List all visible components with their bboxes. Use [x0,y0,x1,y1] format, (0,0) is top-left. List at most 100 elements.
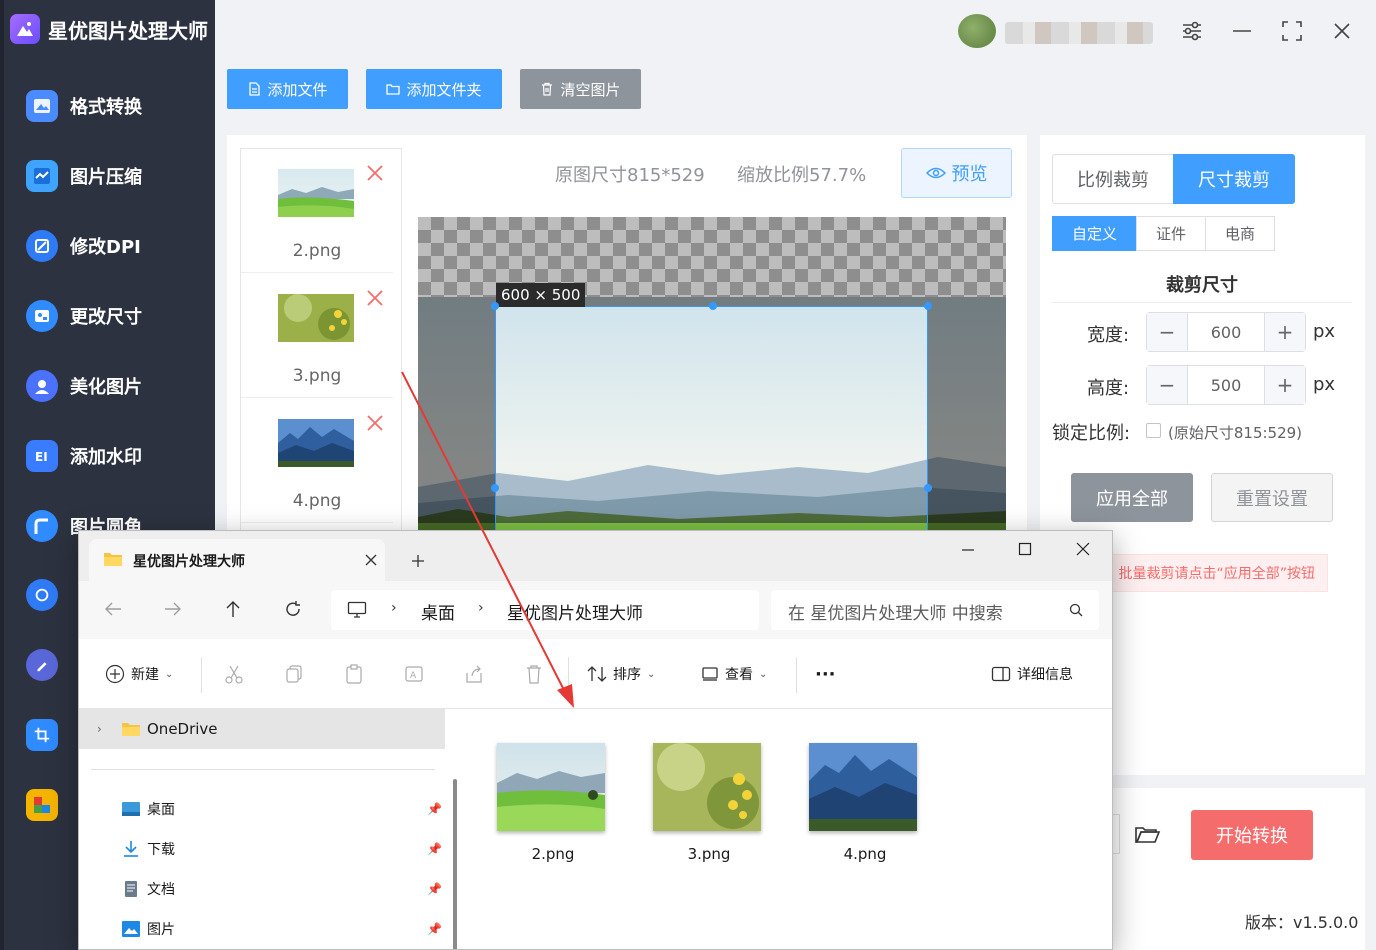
back-arrow-icon[interactable] [104,601,122,617]
thumbnail-name: 4.png [292,491,342,511]
thumbnail-item[interactable]: 4.png [241,399,393,523]
close-icon[interactable] [1325,14,1359,48]
rename-icon[interactable]: A [403,662,425,686]
pin-icon[interactable]: 📌 [427,882,442,896]
sidebar-item-dpi[interactable]: 修改DPI [26,226,141,266]
forward-arrow-icon[interactable] [164,601,182,617]
file-item[interactable]: 3.png [653,743,765,863]
apply-all-button[interactable]: 应用全部 [1071,473,1193,522]
crop-icon [26,719,58,751]
sidebar-item-compress[interactable]: 图片压缩 [26,156,142,196]
clear-images-button[interactable]: 清空图片 [520,69,641,109]
sidebar-item-label: 更改尺寸 [70,307,142,328]
width-increase-button[interactable]: + [1265,313,1305,351]
nav-item-desktop[interactable]: 桌面 📌 [79,789,445,829]
explorer-minimize-icon[interactable] [961,543,975,557]
refresh-icon[interactable] [284,600,302,618]
cut-icon[interactable] [223,662,245,686]
custom-tab[interactable]: 自定义 [1052,216,1137,251]
size-crop-tab[interactable]: 尺寸裁剪 [1173,154,1295,204]
crop-handle-top[interactable] [709,302,717,310]
sidebar-item-format-convert[interactable]: 格式转换 [26,86,142,126]
batch-crop-hint: 批量裁剪请点击“应用全部”按钮 [1100,554,1328,592]
nav-item-documents[interactable]: 文档 📌 [79,869,445,909]
breadcrumb-desktop[interactable]: 桌面 [421,599,455,624]
height-input[interactable]: 500 [1187,366,1265,404]
paste-icon[interactable] [343,662,365,686]
reset-settings-button[interactable]: 重置设置 [1211,473,1333,522]
search-icon[interactable] [1069,603,1083,617]
ratio-crop-tab[interactable]: 比例裁剪 [1052,154,1174,204]
crop-canvas[interactable]: 600 × 500 [418,217,1006,535]
user-avatar[interactable] [958,14,996,48]
sidebar-item-watermark[interactable]: EI 添加水印 [26,436,142,476]
delete-icon[interactable] [523,662,545,686]
thumbnail-name: 3.png [292,366,342,386]
file-item[interactable]: 2.png [497,743,609,863]
chevron-down-icon: ⌄ [759,668,768,680]
open-folder-icon[interactable] [1133,820,1161,848]
id-photo-tab[interactable]: 证件 [1136,216,1206,251]
maximize-icon[interactable] [1275,14,1309,48]
crop-handle-tr[interactable] [924,302,932,310]
thumbnail-item[interactable]: 2.png [241,149,393,273]
file-thumbnail [809,743,917,831]
sort-button[interactable]: 排序 ⌄ [587,662,655,686]
address-box[interactable]: › 桌面 › 星优图片处理大师 [331,590,759,630]
start-convert-button[interactable]: 开始转换 [1191,810,1313,860]
add-folder-button[interactable]: 添加文件夹 [366,69,502,109]
sidebar-item-hidden-1[interactable] [26,575,58,615]
file-item[interactable]: 4.png [809,743,921,863]
sidebar-item-hidden-4[interactable] [26,785,58,825]
more-button[interactable]: ··· [815,662,836,686]
expand-chevron-icon[interactable]: › [97,722,121,736]
sidebar-item-hidden-2[interactable] [26,645,58,685]
minimize-icon[interactable] [1225,14,1259,48]
nav-item-onedrive[interactable]: › OneDrive [79,709,445,749]
share-icon[interactable] [463,662,485,686]
pin-icon[interactable]: 📌 [427,842,442,856]
crop-box[interactable] [495,306,928,535]
remove-icon[interactable] [365,413,385,433]
mask-left [418,297,495,535]
view-button[interactable]: 查看 ⌄ [701,662,767,686]
explorer-tab[interactable]: 星优图片处理大师 [89,539,385,581]
details-button[interactable]: 详细信息 [991,662,1073,686]
add-file-button[interactable]: 添加文件 [227,69,348,109]
explorer-close-icon[interactable] [1076,542,1090,556]
width-input[interactable]: 600 [1187,313,1265,351]
explorer-maximize-icon[interactable] [1018,542,1032,556]
pin-icon[interactable]: 📌 [427,922,442,936]
copy-icon[interactable] [283,662,305,686]
beautify-icon [26,370,58,402]
height-decrease-button[interactable]: − [1147,366,1187,404]
preview-button[interactable]: 预览 [901,148,1012,198]
crop-handle-right[interactable] [924,484,932,492]
height-stepper[interactable]: − 500 + [1146,365,1306,405]
sidebar-item-hidden-3[interactable] [26,715,58,755]
pin-icon[interactable]: 📌 [427,802,442,816]
breadcrumb-folder[interactable]: 星优图片处理大师 [507,599,643,624]
thumbnail-item[interactable]: 3.png [241,274,393,398]
ecommerce-tab[interactable]: 电商 [1205,216,1275,251]
crop-handle-tl[interactable] [491,302,499,310]
width-decrease-button[interactable]: − [1147,313,1187,351]
nav-item-downloads[interactable]: 下载 📌 [79,829,445,869]
file-name: 3.png [687,845,731,863]
nav-item-pictures[interactable]: 图片 📌 [79,909,445,949]
tab-close-icon[interactable] [365,554,377,566]
new-button[interactable]: 新建 ⌄ [105,662,173,686]
settings-icon[interactable] [1175,14,1209,48]
remove-icon[interactable] [365,288,385,308]
sidebar-item-resize[interactable]: 更改尺寸 [26,296,142,336]
remove-icon[interactable] [365,163,385,183]
sidebar-item-beautify[interactable]: 美化图片 [26,366,142,406]
search-box[interactable]: 在 星优图片处理大师 中搜索 [771,590,1099,630]
new-tab-icon[interactable] [411,554,425,568]
up-arrow-icon[interactable] [225,600,241,618]
height-increase-button[interactable]: + [1265,366,1305,404]
width-stepper[interactable]: − 600 + [1146,312,1306,352]
lock-ratio-checkbox[interactable] [1146,423,1161,438]
nav-scrollbar[interactable] [453,779,457,949]
crop-handle-left[interactable] [491,484,499,492]
